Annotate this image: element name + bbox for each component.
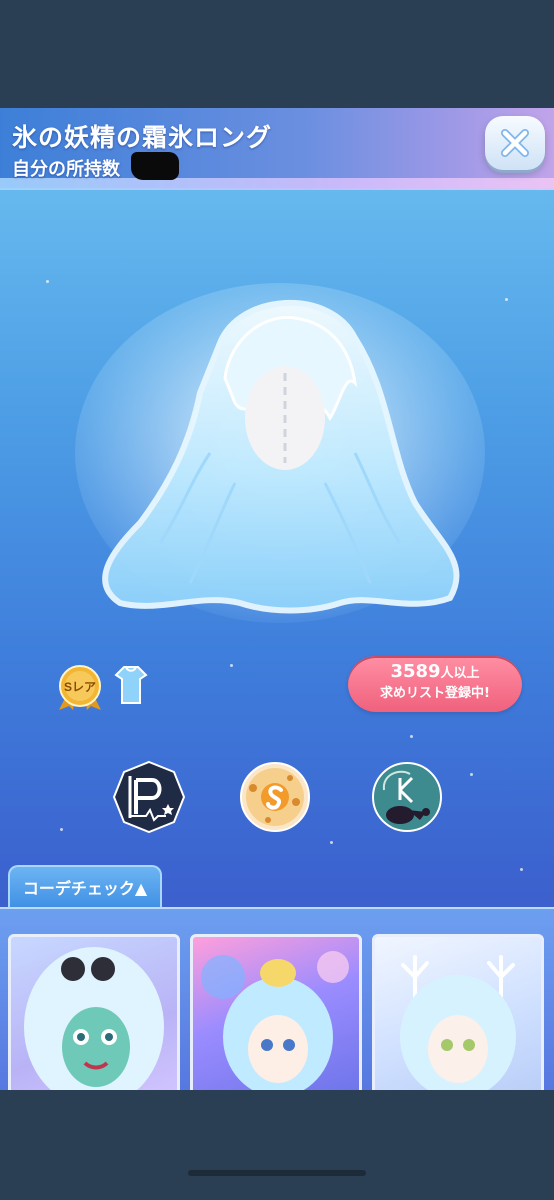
coordinate-thumbnail-image	[400, 955, 516, 1090]
item-header: 氷の妖精の霜氷ロング 自分の所持数	[0, 108, 554, 190]
sparkle	[60, 828, 63, 831]
close-button[interactable]	[485, 116, 545, 170]
redacted-owned-count	[131, 152, 179, 180]
home-indicator	[188, 1170, 366, 1176]
coordinate-thumbnail[interactable]	[190, 934, 362, 1090]
hair-item-image	[75, 283, 485, 623]
sparkle	[330, 841, 333, 844]
rarity-badge: Sレア	[59, 665, 101, 710]
sparkle	[230, 664, 233, 667]
sparkle	[505, 298, 508, 301]
bottom-bar	[0, 1090, 554, 1200]
wishlist-status: 求めリスト登録中!	[380, 686, 490, 701]
top-bar	[0, 0, 554, 108]
close-icon	[501, 129, 529, 157]
owned-count-label: 自分の所持数	[12, 159, 120, 180]
wishlist-count-unit: 人以上	[440, 666, 480, 681]
p-brand-icon[interactable]	[112, 760, 186, 834]
wishlist-count: 3589人以上	[348, 661, 522, 685]
wishlist-count-number: 3589	[390, 661, 441, 682]
sparkle	[410, 735, 413, 738]
item-detail-panel: 氷の妖精の霜氷ロング 自分の所持数 Sレア 3589人以上 求めリスト登録中! …	[0, 108, 554, 1090]
k-brand-icon[interactable]	[370, 760, 444, 834]
coordinate-check-tab[interactable]: コーデチェック▲	[8, 865, 162, 909]
sparkle	[46, 280, 49, 283]
sparkle	[520, 868, 523, 871]
rarity-badge-label: Sレア	[64, 680, 96, 694]
s-brand-icon[interactable]	[238, 760, 312, 834]
coordinate-thumbnail-image	[201, 951, 349, 1090]
coordinate-thumbnail[interactable]	[8, 934, 180, 1090]
coordinate-thumbnail[interactable]	[372, 934, 544, 1090]
item-title: 氷の妖精の霜氷ロング	[12, 123, 273, 152]
dress-icon	[114, 666, 148, 704]
sparkle	[470, 773, 473, 776]
coordinate-thumbnail-image	[24, 947, 164, 1090]
wishlist-count-pill: 3589人以上 求めリスト登録中!	[348, 656, 522, 712]
